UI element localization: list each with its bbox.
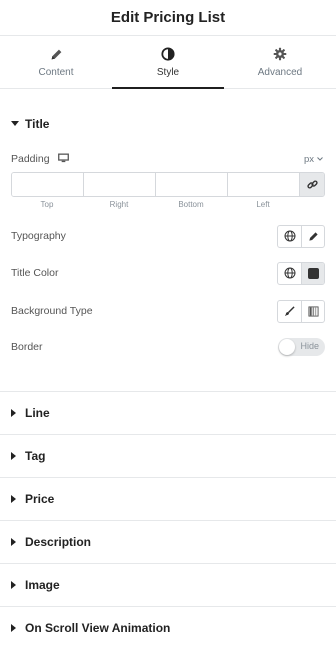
background-type-label: Background Type (11, 305, 93, 317)
brush-icon (284, 305, 295, 316)
padding-field-labels: Top Right Bottom Left (11, 200, 325, 209)
global-typography-button[interactable] (278, 226, 301, 247)
gradient-background-button[interactable] (301, 300, 324, 322)
caret-down-icon (11, 120, 23, 127)
tab-content[interactable]: Content (0, 36, 112, 88)
section-title: Description (25, 535, 92, 549)
caret-right-icon (11, 581, 23, 589)
tab-style[interactable]: Style (112, 36, 224, 89)
toggle-text: Hide (300, 341, 319, 351)
pencil-icon (308, 231, 318, 241)
field-label-top: Top (40, 200, 54, 209)
globe-icon (284, 267, 295, 279)
section-title: Line (25, 406, 50, 420)
edit-typography-button[interactable] (301, 225, 324, 247)
section-price[interactable]: Price (0, 477, 336, 520)
field-label-left: Left (256, 200, 270, 209)
title-color-label: Title Color (11, 267, 59, 279)
pencil-icon (50, 46, 63, 62)
typography-buttons (277, 224, 325, 248)
link-icon (306, 180, 318, 189)
tab-bar: Content Style Advanced (0, 36, 336, 89)
caret-right-icon (11, 538, 23, 546)
section-title: Price (25, 492, 55, 506)
color-picker-button[interactable] (301, 262, 324, 284)
padding-right-input[interactable] (84, 173, 156, 196)
classic-background-button[interactable] (278, 301, 301, 322)
title-section-header[interactable]: Title (11, 105, 325, 142)
border-control: Border Hide (11, 335, 325, 359)
section-on-scroll-view-animation[interactable]: On Scroll View Animation (0, 606, 336, 646)
color-swatch (307, 267, 319, 279)
field-label-right: Right (109, 200, 129, 209)
globe-icon (284, 230, 295, 242)
unit-selector[interactable]: px (304, 154, 323, 165)
typography-label: Typography (11, 230, 66, 242)
caret-right-icon (11, 452, 23, 460)
section-title: On Scroll View Animation (25, 621, 171, 635)
gradient-icon (307, 305, 319, 317)
title-color-control: Title Color (11, 261, 325, 285)
section-title: Tag (25, 449, 46, 463)
global-color-button[interactable] (278, 263, 301, 284)
section-line[interactable]: Line (0, 391, 336, 434)
title-color-buttons (277, 261, 325, 285)
caret-right-icon (11, 624, 23, 632)
toggle-knob (279, 339, 295, 355)
unit-value: px (303, 153, 314, 165)
border-label: Border (11, 341, 43, 353)
background-type-control: Background Type (11, 299, 325, 323)
padding-dimensions (11, 172, 325, 197)
padding-top-input[interactable] (12, 173, 84, 196)
chevron-down-icon (317, 157, 323, 161)
section-image[interactable]: Image (0, 563, 336, 606)
tab-label: Content (38, 67, 74, 78)
padding-left-input[interactable] (228, 173, 300, 196)
padding-bottom-input[interactable] (156, 173, 228, 196)
section-title: Image (25, 578, 60, 592)
section-tag[interactable]: Tag (0, 434, 336, 477)
tab-label: Style (156, 67, 180, 78)
tab-advanced[interactable]: Advanced (224, 36, 336, 88)
padding-label: Padding (11, 153, 50, 165)
section-description[interactable]: Description (0, 520, 336, 563)
section-title: Title (25, 116, 50, 131)
contrast-icon (161, 46, 175, 62)
caret-right-icon (11, 495, 23, 503)
background-type-buttons (277, 299, 325, 323)
typography-control: Typography (11, 224, 325, 248)
field-label-bottom: Bottom (178, 200, 204, 209)
border-toggle[interactable]: Hide (278, 338, 325, 356)
title-section: Title Padding px Top Right Bottom Left T… (0, 105, 336, 359)
caret-right-icon (11, 409, 23, 417)
tab-label: Advanced (257, 67, 303, 78)
page-title: Edit Pricing List (110, 9, 226, 26)
panel-header: Edit Pricing List (0, 0, 336, 36)
gear-icon (273, 46, 287, 62)
padding-control: Padding px (11, 150, 325, 168)
link-values-button[interactable] (300, 173, 324, 196)
desktop-icon[interactable] (57, 150, 69, 168)
